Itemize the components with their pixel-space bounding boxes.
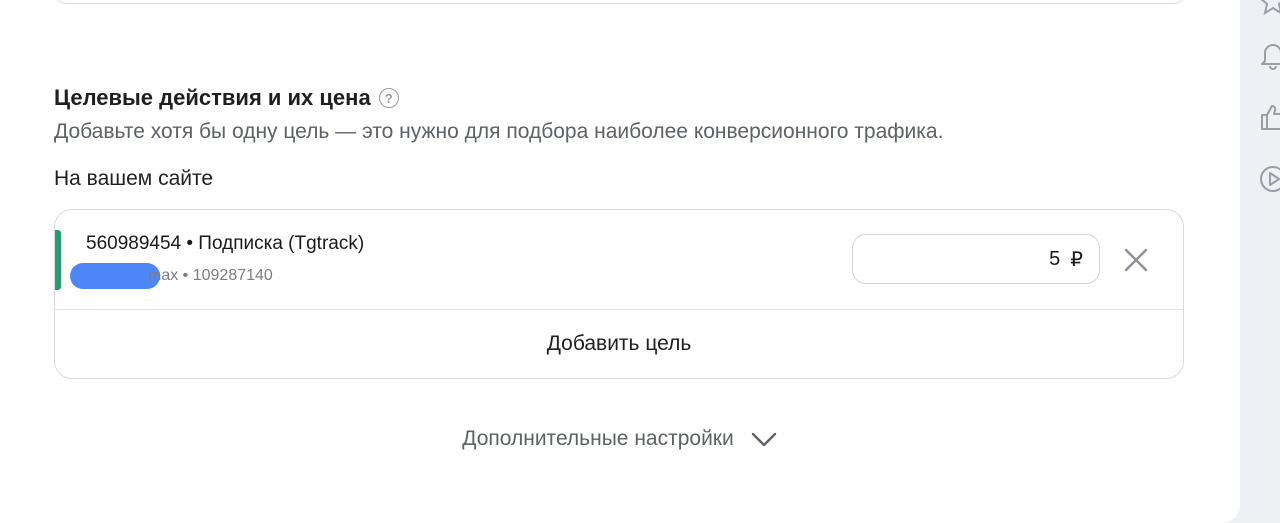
chevron-down-icon — [751, 432, 776, 447]
goal-row: 560989454 • Подписка (Tgtrack) max • 109… — [55, 210, 1183, 310]
main-panel: Целевые действия и их цена ? Добавьте хо… — [0, 0, 1240, 523]
section-title-text: Целевые действия и их цена — [54, 85, 371, 110]
section-description: Добавьте хотя бы одну цель — это нужно д… — [54, 120, 944, 143]
goals-card: 560989454 • Подписка (Tgtrack) max • 109… — [54, 209, 1184, 379]
star-icon[interactable] — [1258, 0, 1280, 16]
redacted-counter-name — [70, 263, 160, 289]
previous-section-card — [54, 0, 1186, 4]
goal-price-value: 5 — [1049, 247, 1061, 270]
more-settings-label: Дополнительные настройки — [462, 427, 734, 450]
section-title: Целевые действия и их цена ? — [54, 84, 399, 112]
help-icon[interactable]: ? — [378, 88, 399, 108]
play-icon[interactable] — [1258, 164, 1280, 194]
bell-icon[interactable] — [1258, 40, 1280, 70]
goal-name: 560989454 • Подписка (Tgtrack) — [86, 233, 365, 254]
site-goals-label: На вашем сайте — [54, 167, 214, 190]
goal-meta: max • 109287140 — [70, 263, 273, 289]
goal-price-input[interactable]: 5 ₽ — [852, 234, 1100, 284]
more-settings-toggle[interactable]: Дополнительные настройки — [0, 422, 1240, 456]
add-goal-button[interactable]: Добавить цель — [55, 310, 1183, 378]
goal-accent-bar — [55, 230, 61, 290]
currency-sign: ₽ — [1070, 248, 1083, 271]
thumbs-up-icon[interactable] — [1258, 102, 1280, 132]
goal-meta-text: max • 109287140 — [148, 267, 273, 284]
close-icon[interactable] — [1121, 245, 1151, 275]
